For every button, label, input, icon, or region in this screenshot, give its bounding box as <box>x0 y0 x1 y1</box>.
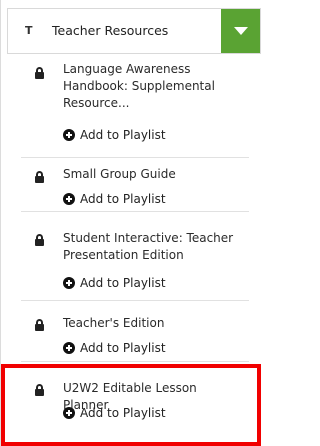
resource-title[interactable]: Language Awareness Handbook: Supplementa… <box>63 61 243 112</box>
lock-icon <box>35 171 44 184</box>
resource-item-teachers-edition[interactable]: Teacher's Edition Add to Playlist <box>21 301 249 362</box>
resource-item-language-awareness-handbook[interactable]: Language Awareness Handbook: Supplementa… <box>21 54 249 158</box>
plus-circle-icon <box>63 342 75 354</box>
plus-circle-icon <box>63 193 75 205</box>
resource-title[interactable]: Small Group Guide <box>63 166 243 183</box>
resource-item-small-group-guide[interactable]: Small Group Guide Add to Playlist <box>21 158 249 212</box>
plus-circle-icon <box>63 407 75 419</box>
resource-type-letter: T <box>25 24 33 37</box>
resource-title[interactable]: Teacher's Edition <box>63 315 243 332</box>
lock-icon <box>35 319 44 332</box>
plus-circle-icon <box>63 277 75 289</box>
resource-item-student-interactive[interactable]: Student Interactive: Teacher Presentatio… <box>21 212 249 301</box>
lock-icon <box>35 384 44 397</box>
resources-panel: T Teacher Resources Language Awareness H… <box>0 0 261 446</box>
plus-circle-icon <box>63 129 75 141</box>
lock-icon <box>35 67 44 80</box>
resource-title[interactable]: Student Interactive: Teacher Presentatio… <box>63 230 243 264</box>
lock-icon <box>35 234 44 247</box>
section-title: Teacher Resources <box>52 23 169 38</box>
resources-header[interactable]: T Teacher Resources <box>7 8 261 54</box>
collapse-toggle-button[interactable] <box>221 9 260 53</box>
chevron-down-icon <box>234 27 248 35</box>
resource-item-u2w2-lesson-planner[interactable]: U2W2 Editable Lesson Planner Add to Play… <box>21 366 249 442</box>
add-to-playlist-label: Add to Playlist <box>80 406 166 420</box>
add-to-playlist-label: Add to Playlist <box>80 276 166 290</box>
add-to-playlist-label: Add to Playlist <box>80 192 166 206</box>
add-to-playlist-label: Add to Playlist <box>80 128 166 142</box>
add-to-playlist-label: Add to Playlist <box>80 341 166 355</box>
